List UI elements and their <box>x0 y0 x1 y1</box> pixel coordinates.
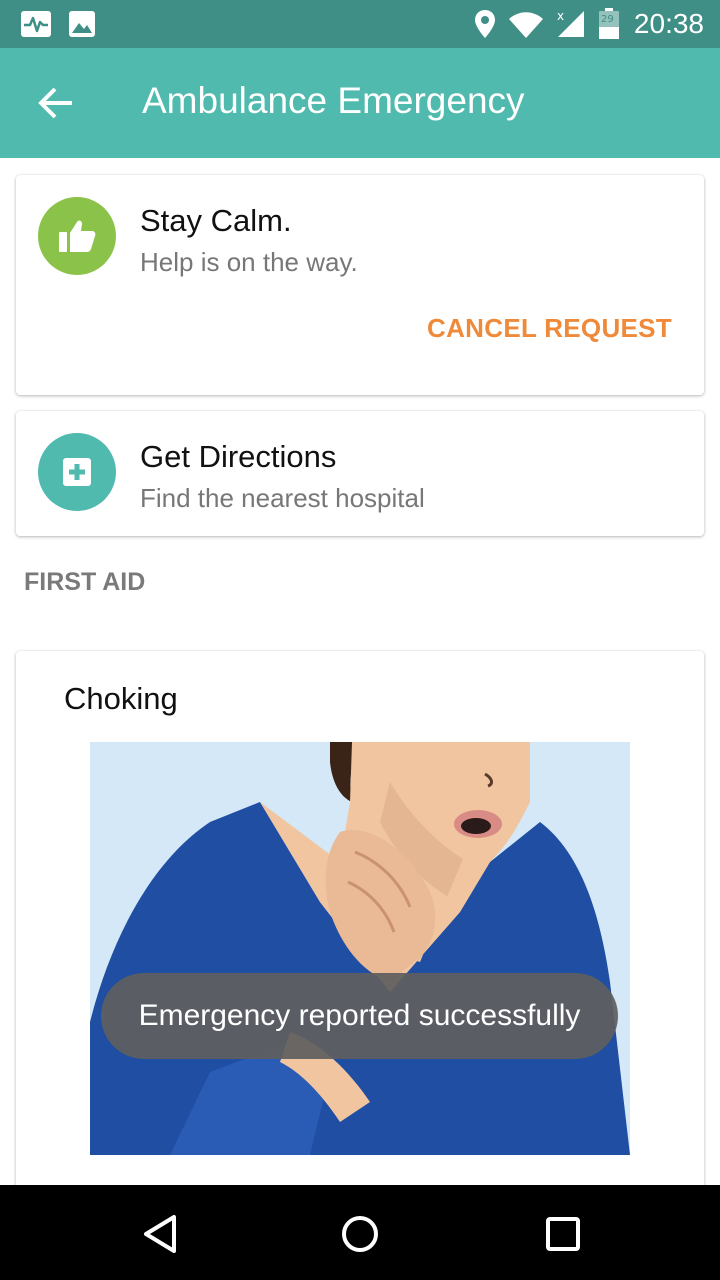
screen: x 29 20:38 Ambulance Emergency Stay Calm… <box>0 0 720 1280</box>
nav-recents-button[interactable] <box>535 1209 591 1259</box>
signal-icon: x <box>554 8 586 43</box>
status-bar: x 29 20:38 <box>0 0 720 48</box>
first-aid-card[interactable]: Choking <box>16 651 704 1211</box>
hospital-plus-icon <box>63 458 91 486</box>
directions-subtitle: Find the nearest hospital <box>140 483 425 513</box>
home-circle-icon <box>342 1216 378 1252</box>
recents-square-icon <box>546 1217 580 1251</box>
thumbs-up-badge <box>38 197 116 275</box>
back-button[interactable] <box>28 78 84 128</box>
svg-text:x: x <box>557 9 564 23</box>
status-card: Stay Calm. Help is on the way. CANCEL RE… <box>16 175 704 395</box>
page-title: Ambulance Emergency <box>142 80 525 121</box>
wifi-icon <box>508 11 544 44</box>
directions-card[interactable]: Get Directions Find the nearest hospital <box>16 411 704 536</box>
calm-subtitle: Help is on the way. <box>140 247 358 277</box>
location-icon <box>474 9 496 44</box>
nav-home-button[interactable] <box>332 1209 388 1259</box>
back-triangle-icon <box>144 1215 176 1253</box>
back-arrow-icon <box>38 87 72 119</box>
activity-icon <box>20 10 52 43</box>
nav-back-button[interactable] <box>132 1209 188 1259</box>
choking-illustration <box>90 742 630 1155</box>
image-icon <box>68 10 96 43</box>
directions-title: Get Directions <box>140 439 337 474</box>
first-aid-title: Choking <box>64 681 178 716</box>
status-time: 20:38 <box>633 8 704 39</box>
cancel-request-button[interactable]: CANCEL REQUEST <box>427 313 672 344</box>
battery-level: 29 <box>601 14 614 25</box>
battery-icon: 29 <box>598 8 620 45</box>
calm-title: Stay Calm. <box>140 203 292 238</box>
app-bar: Ambulance Emergency <box>0 48 720 158</box>
first-aid-section-label: FIRST AID <box>24 568 146 596</box>
directions-badge <box>38 433 116 511</box>
system-nav-bar <box>0 1185 720 1280</box>
toast-message: Emergency reported successfully <box>101 973 618 1059</box>
thumbs-up-icon <box>59 220 96 252</box>
